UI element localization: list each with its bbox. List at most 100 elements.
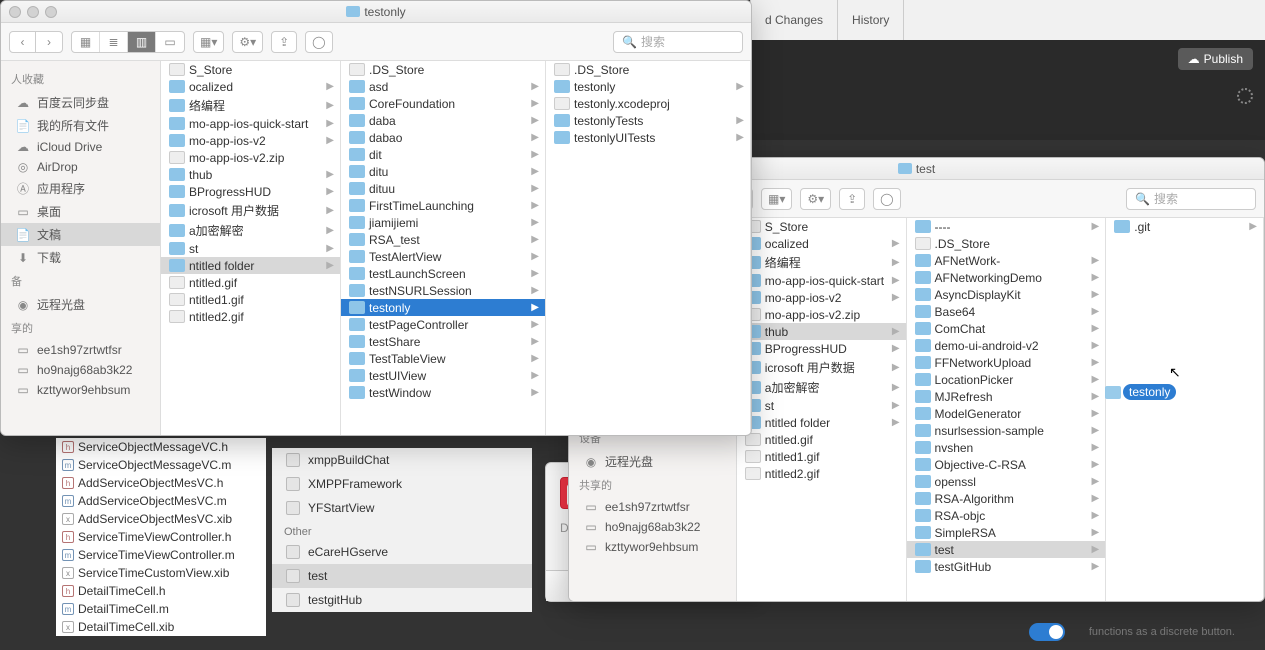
gallery-view-button[interactable]: ▭ [156,32,184,52]
file-row[interactable]: ditu▶ [341,163,545,180]
tab-changes[interactable]: d Changes [750,0,838,40]
file-row[interactable]: mo-app-ios-v2.zip [161,149,340,166]
file-row[interactable]: mo-app-ios-quick-start▶ [161,115,340,132]
file-row[interactable]: icrosoft 用户数据▶ [161,200,340,220]
publish-button[interactable]: ☁ Publish [1178,48,1253,70]
file-row[interactable]: AFNetworkingDemo▶ [907,269,1106,286]
file-row[interactable]: testShare▶ [341,333,545,350]
file-row[interactable]: BProgressHUD▶ [737,340,906,357]
file-row[interactable]: st▶ [737,397,906,414]
file-row[interactable]: FirstTimeLaunching▶ [341,197,545,214]
file-row[interactable]: ntitled1.gif [161,291,340,308]
file-row[interactable]: ntitled.gif [161,274,340,291]
sidebar-item[interactable]: ◉远程光盘 [569,450,736,473]
file-row[interactable]: dituu▶ [341,180,545,197]
share-button[interactable]: ⇪ [271,31,297,53]
target-row[interactable]: testgitHub [272,588,532,612]
file-row[interactable]: Objective-C-RSA▶ [907,456,1106,473]
target-row[interactable]: eCareHGserve [272,540,532,564]
sidebar-item[interactable]: ▭ee1sh97zrtwtfsr [569,497,736,517]
file-row[interactable]: CoreFoundation▶ [341,95,545,112]
file-row[interactable]: ----▶ [907,218,1106,235]
file-row[interactable]: mo-app-ios-v2▶ [161,132,340,149]
file-row[interactable]: ntitled2.gif [161,308,340,325]
file-row[interactable]: 络编程▶ [737,252,906,272]
nav-file-row[interactable]: mDetailTimeCell.m [56,600,266,618]
sidebar-item[interactable]: ▭ho9najg68ab3k22 [569,517,736,537]
sidebar-item[interactable]: 📄文稿 [1,223,160,246]
nav-file-row[interactable]: xDetailTimeCell.xib [56,618,266,636]
file-row[interactable]: dit▶ [341,146,545,163]
file-row[interactable]: testNSURLSession▶ [341,282,545,299]
file-row[interactable]: RSA-objc▶ [907,507,1106,524]
file-row[interactable]: ntitled.gif [737,431,906,448]
file-row[interactable]: st▶ [161,240,340,257]
file-row[interactable]: testonly▶ [341,299,545,316]
sidebar-item[interactable]: ☁百度云同步盘 [1,91,160,114]
file-row[interactable]: BProgressHUD▶ [161,183,340,200]
file-row[interactable]: a加密解密▶ [737,377,906,397]
file-row[interactable]: daba▶ [341,112,545,129]
file-row[interactable]: ComChat▶ [907,320,1106,337]
file-row[interactable]: testonly▶ [546,78,750,95]
nav-file-row[interactable]: xServiceTimeCustomView.xib [56,564,266,582]
target-row[interactable]: YFStartView [272,496,532,520]
action-button[interactable]: ⚙▾ [800,188,831,210]
nav-file-row[interactable]: mAddServiceObjectMesVC.m [56,492,266,510]
target-row[interactable]: test [272,564,532,588]
file-row[interactable]: ocalized▶ [161,78,340,95]
file-row[interactable]: thub▶ [161,166,340,183]
file-row[interactable]: testUIView▶ [341,367,545,384]
file-row[interactable]: test▶ [907,541,1106,558]
file-row[interactable]: testLaunchScreen▶ [341,265,545,282]
file-row[interactable]: RSA_test▶ [341,231,545,248]
file-row[interactable]: testonlyUITests▶ [546,129,750,146]
file-row[interactable]: .DS_Store [546,61,750,78]
file-row[interactable]: SimpleRSA▶ [907,524,1106,541]
file-row[interactable]: jiamijiemi▶ [341,214,545,231]
file-row[interactable]: ntitled folder▶ [737,414,906,431]
sidebar-item[interactable]: ▭ho9najg68ab3k22 [1,360,160,380]
file-row[interactable]: ntitled folder▶ [161,257,340,274]
search-input[interactable]: 🔍搜索 [1126,188,1256,210]
toggle-switch[interactable] [1029,623,1065,641]
nav-file-row[interactable]: hServiceObjectMessageVC.h [56,438,266,456]
file-row[interactable]: dabao▶ [341,129,545,146]
tags-button[interactable]: ◯ [873,188,900,210]
file-row[interactable]: asd▶ [341,78,545,95]
file-row[interactable]: thub▶ [737,323,906,340]
file-row[interactable]: testGitHub▶ [907,558,1106,575]
file-row[interactable]: ocalized▶ [737,235,906,252]
arrange-button[interactable]: ▦▾ [193,31,224,53]
share-button[interactable]: ⇪ [839,188,865,210]
file-row[interactable]: AFNetWork-▶ [907,252,1106,269]
file-row[interactable]: testonlyTests▶ [546,112,750,129]
icon-view-button[interactable]: ▦ [72,32,100,52]
search-input[interactable]: 🔍搜索 [613,31,743,53]
file-row[interactable]: AsyncDisplayKit▶ [907,286,1106,303]
sidebar-item[interactable]: ◎AirDrop [1,157,160,177]
sidebar-item[interactable]: ◉远程光盘 [1,293,160,316]
arrange-button[interactable]: ▦▾ [761,188,792,210]
forward-button[interactable]: › [36,32,62,52]
file-row[interactable]: S_Store [737,218,906,235]
file-row[interactable]: S_Store [161,61,340,78]
nav-file-row[interactable]: hServiceTimeViewController.h [56,528,266,546]
window-controls[interactable] [9,6,57,18]
file-row[interactable]: LocationPicker▶ [907,371,1106,388]
sidebar-item[interactable]: 📄我的所有文件 [1,114,160,137]
tags-button[interactable]: ◯ [305,31,332,53]
file-row[interactable]: MJRefresh▶ [907,388,1106,405]
sidebar-item[interactable]: ▭桌面 [1,200,160,223]
file-row[interactable]: ModelGenerator▶ [907,405,1106,422]
list-view-button[interactable]: ≣ [100,32,128,52]
file-row[interactable]: testWindow▶ [341,384,545,401]
nav-file-row[interactable]: xAddServiceObjectMesVC.xib [56,510,266,528]
action-button[interactable]: ⚙▾ [232,31,263,53]
file-row[interactable]: 络编程▶ [161,95,340,115]
file-row[interactable]: TestTableView▶ [341,350,545,367]
file-row[interactable]: mo-app-ios-v2▶ [737,289,906,306]
back-button[interactable]: ‹ [10,32,36,52]
file-row[interactable]: ntitled1.gif [737,448,906,465]
file-row[interactable]: .git▶ [1106,218,1263,235]
